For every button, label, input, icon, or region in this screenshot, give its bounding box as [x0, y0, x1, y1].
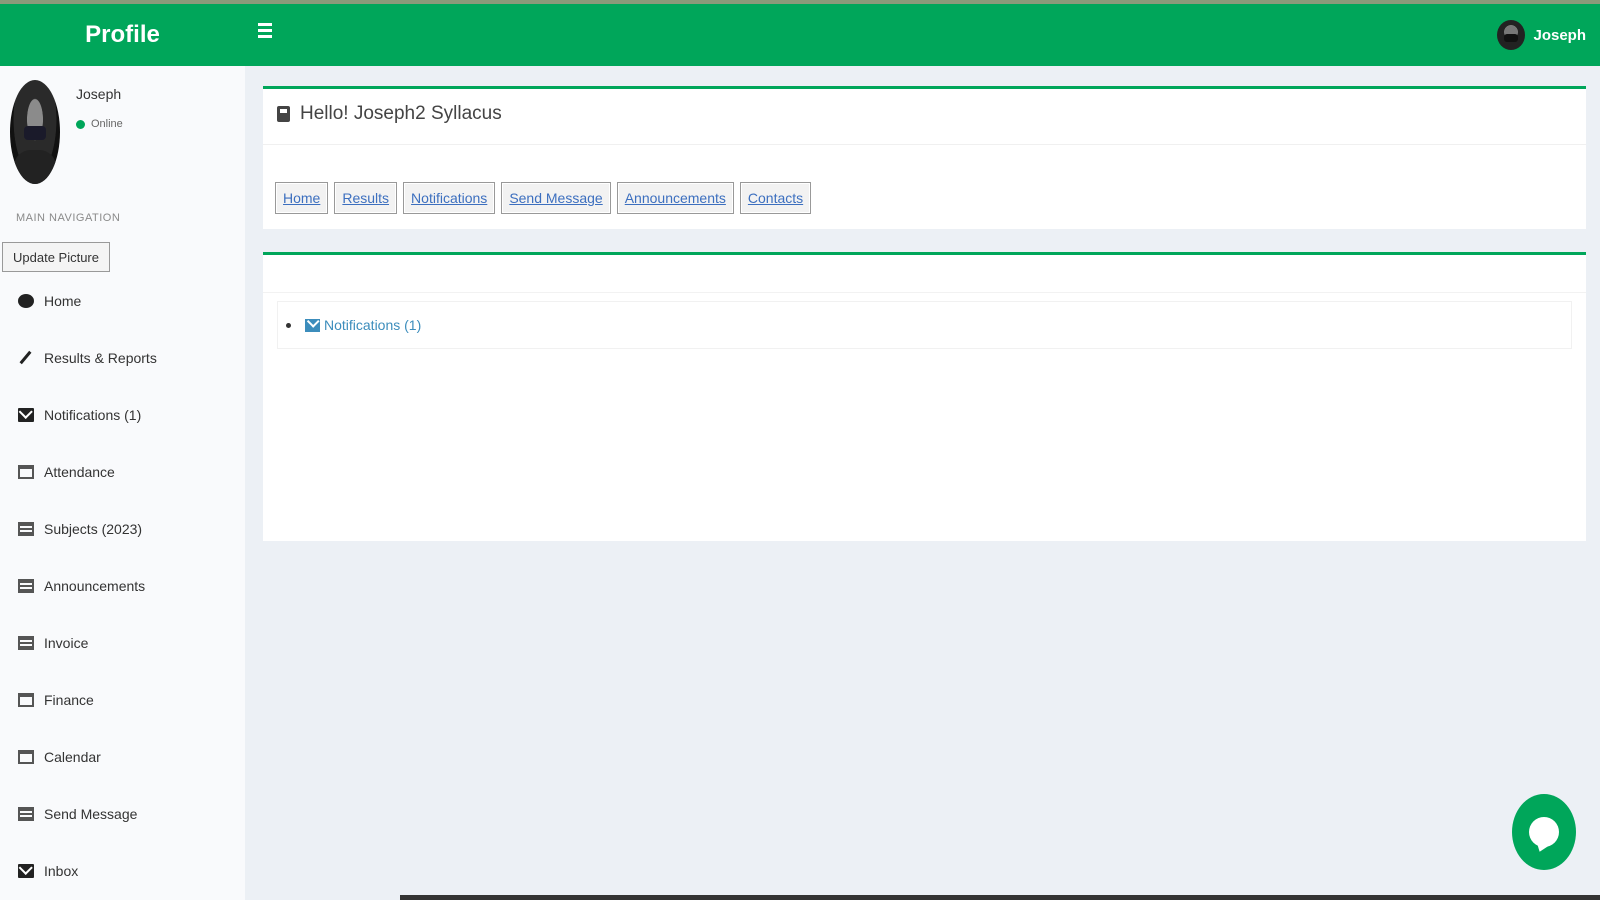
tab-notifications[interactable]: Notifications	[403, 182, 496, 214]
user-menu-name: Joseph	[1533, 26, 1586, 44]
chat-button[interactable]	[1512, 794, 1576, 870]
tab-announcements[interactable]: Announcements	[616, 182, 734, 214]
profile-avatar	[10, 80, 60, 184]
sidebar-item-results-reports[interactable]: Results & Reports	[0, 329, 245, 386]
tab-send-message[interactable]: Send Message	[501, 182, 611, 214]
envelope-icon	[305, 318, 320, 332]
bottom-edge-line	[400, 895, 1600, 900]
menu-toggle-icon[interactable]	[258, 23, 278, 43]
top-navbar: Profile Joseph	[0, 4, 1600, 66]
greeting-text: Hello! Joseph2 Syllacus	[300, 103, 502, 124]
sidebar-nav: Home Results & Reports Notifications (1)…	[0, 272, 245, 899]
calendar-icon	[18, 464, 34, 479]
tab-results[interactable]: Results	[334, 182, 398, 214]
table-icon	[18, 806, 34, 821]
sidebar-user-name: Joseph	[76, 86, 122, 102]
chat-bubble-icon	[1529, 817, 1559, 847]
user-menu[interactable]: Joseph	[1497, 18, 1586, 52]
divider	[263, 144, 1586, 145]
status-dot-icon	[76, 119, 85, 129]
nav-header: MAIN NAVIGATION	[16, 212, 121, 224]
calendar-icon	[18, 692, 34, 707]
pencil-icon	[18, 351, 34, 365]
sidebar-item-label: Results & Reports	[44, 349, 157, 366]
sidebar-item-home[interactable]: Home	[0, 272, 245, 329]
quick-links: Home Results Notifications Send Message …	[275, 182, 812, 214]
sidebar-item-attendance[interactable]: Attendance	[0, 443, 245, 500]
table-icon	[18, 521, 34, 536]
tab-home[interactable]: Home	[275, 182, 329, 214]
sidebar-item-subjects[interactable]: Subjects (2023)	[0, 500, 245, 557]
sidebar-item-label: Invoice	[44, 634, 89, 651]
sidebar-item-announcements[interactable]: Announcements	[0, 557, 245, 614]
sidebar-item-label: Home	[44, 292, 82, 309]
sidebar-item-invoice[interactable]: Invoice	[0, 614, 245, 671]
greeting-heading: Hello! Joseph2 Syllacus	[277, 103, 502, 125]
envelope-icon	[18, 863, 34, 878]
sidebar-item-notifications[interactable]: Notifications (1)	[0, 386, 245, 443]
sidebar: Joseph Online MAIN NAVIGATION Update Pic…	[0, 66, 245, 900]
sidebar-item-send-message[interactable]: Send Message	[0, 785, 245, 842]
envelope-icon	[18, 407, 34, 422]
calendar-icon	[18, 749, 34, 764]
online-status: Online	[76, 118, 123, 130]
sidebar-item-label: Finance	[44, 691, 94, 708]
brand-title[interactable]: Profile	[0, 4, 245, 66]
sidebar-item-label: Calendar	[44, 748, 101, 765]
avatar	[1497, 20, 1526, 50]
table-icon	[18, 635, 34, 650]
book-icon	[277, 106, 290, 122]
sidebar-item-inbox[interactable]: Inbox	[0, 842, 245, 899]
sidebar-item-calendar[interactable]: Calendar	[0, 728, 245, 785]
bullet-icon	[286, 322, 291, 328]
notifications-panel: Notifications (1)	[263, 252, 1586, 541]
sidebar-item-label: Announcements	[44, 577, 146, 594]
sidebar-item-label: Send Message	[44, 805, 138, 822]
sidebar-item-label: Subjects (2023)	[44, 520, 143, 537]
update-picture-button[interactable]: Update Picture	[2, 242, 110, 272]
divider	[263, 292, 1586, 293]
greeting-panel: Hello! Joseph2 Syllacus Home Results Not…	[263, 86, 1586, 229]
sidebar-item-label: Inbox	[44, 862, 79, 879]
tab-contacts[interactable]: Contacts	[739, 182, 812, 214]
sidebar-item-label: Attendance	[44, 463, 115, 480]
table-icon	[18, 578, 34, 593]
sidebar-item-finance[interactable]: Finance	[0, 671, 245, 728]
notifications-link[interactable]: Notifications (1)	[324, 317, 421, 333]
status-text: Online	[91, 118, 123, 130]
sidebar-item-label: Notifications (1)	[44, 406, 142, 423]
list-item: Notifications (1)	[277, 301, 1572, 349]
home-icon	[18, 293, 34, 308]
